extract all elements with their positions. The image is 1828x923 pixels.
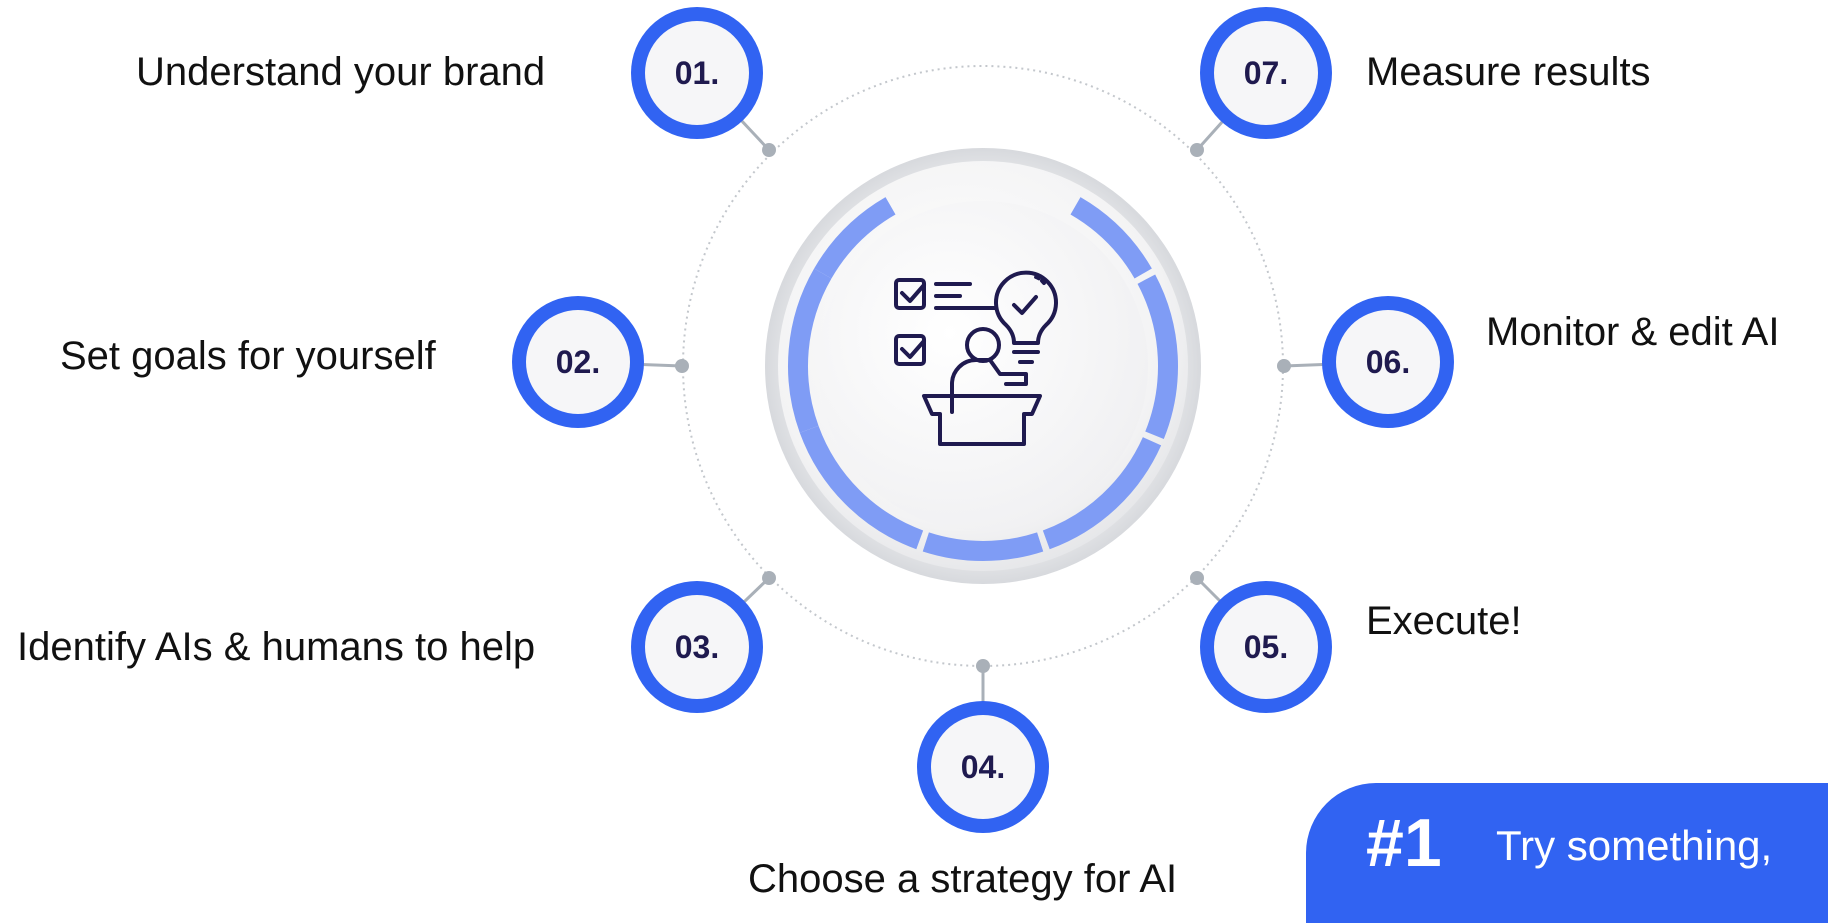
tip-text: Try something, [1496,822,1773,869]
step-label-02: Set goals for yourself [60,334,436,378]
step-label-07: Measure results [1366,50,1651,94]
step-number-06: 06. [1365,344,1411,380]
center-inner-disc [818,201,1148,531]
process-diagram [512,7,1454,833]
step-label-04: Choose a strategy for AI [748,857,1178,901]
step-number-07: 07. [1243,55,1289,91]
connector-dot-1 [762,143,776,157]
step-number-02: 02. [555,344,601,380]
step-label-05: Execute! [1366,599,1522,643]
step-number-01: 01. [674,55,720,91]
connector-dot-2 [675,359,689,373]
connector-dot-4 [976,659,990,673]
connector-dot-3 [762,571,776,585]
connector-dot-7 [1190,143,1204,157]
arc-segment-5 [922,532,1044,561]
connector-dot-5 [1190,571,1204,585]
step-number-05: 05. [1243,629,1289,665]
step-number-03: 03. [674,629,720,665]
tip-banner: #1 Try something, [1306,783,1828,923]
step-label-01: Understand your brand [136,50,546,94]
connector-dot-6 [1277,359,1291,373]
step-label-06: Monitor & edit AI [1486,310,1780,354]
step-label-03: Identify AIs & humans to help [17,625,536,669]
tip-rank: #1 [1366,805,1442,881]
step-number-04: 04. [960,749,1006,785]
